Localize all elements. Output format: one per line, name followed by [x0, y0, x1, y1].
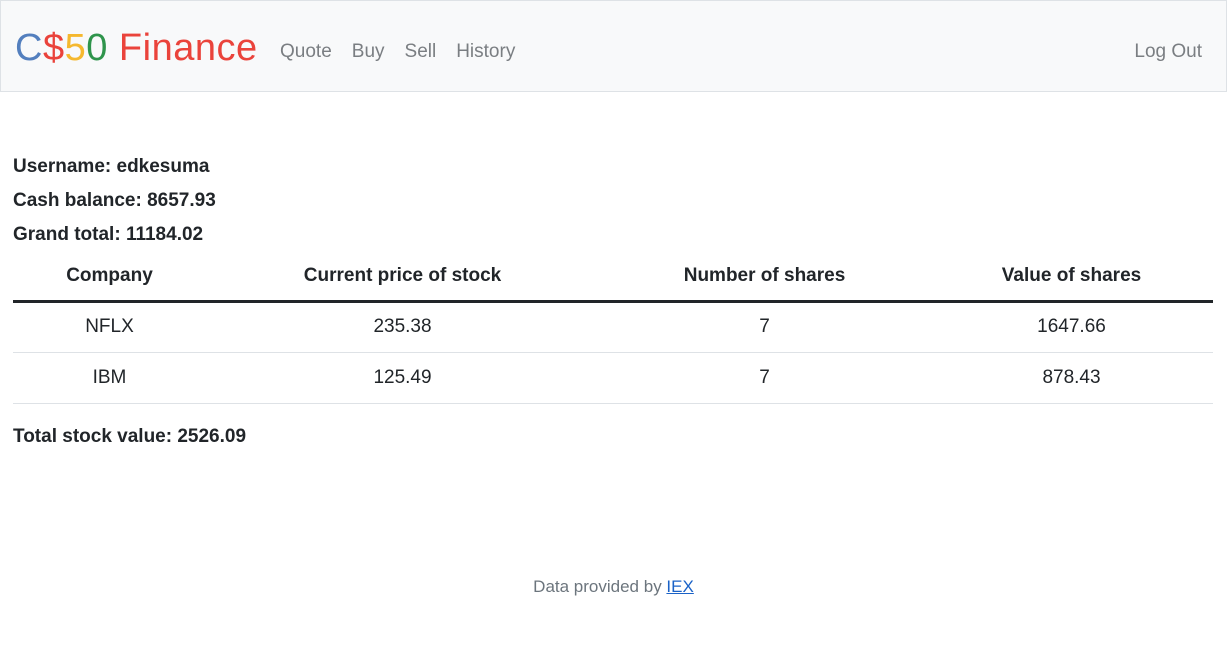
logout-link[interactable]: Log Out [1134, 39, 1202, 65]
cell-price: 125.49 [206, 352, 599, 404]
cell-shares: 7 [599, 352, 930, 404]
header-company: Company [13, 257, 206, 303]
cell-company: IBM [13, 352, 206, 404]
cash-line: Cash balance: 8657.93 [13, 184, 1213, 218]
main-content: Username: edkesuma Cash balance: 8657.93… [13, 150, 1213, 450]
nav-link-sell[interactable]: Sell [405, 39, 437, 65]
cash-label: Cash balance: [13, 190, 148, 211]
cash-value: 8657.93 [147, 190, 216, 211]
header-current-price: Current price of stock [206, 257, 599, 303]
grand-total-label: Grand total: [13, 224, 126, 245]
cell-value: 878.43 [930, 352, 1213, 404]
footer: Data provided by IEX [0, 575, 1227, 599]
brand-logo[interactable]: C$50 Finance [15, 25, 258, 71]
header-number-of-shares: Number of shares [599, 257, 930, 303]
iex-link[interactable]: IEX [666, 577, 693, 596]
nav-link-quote[interactable]: Quote [280, 39, 332, 65]
footer-text: Data provided by [533, 577, 667, 596]
total-stock-value-label: Total stock value: [13, 425, 178, 447]
brand-part-c: C [15, 27, 43, 69]
brand-part-dollar: $ [42, 27, 65, 69]
username-value: edkesuma [116, 156, 210, 177]
nav-link-buy[interactable]: Buy [352, 39, 385, 65]
cell-value: 1647.66 [930, 301, 1213, 353]
username-label: Username: [13, 156, 117, 177]
grand-total-line: Grand total: 11184.02 [13, 218, 1213, 252]
total-stock-value-line: Total stock value: 2526.09 [13, 424, 1213, 450]
total-stock-value: 2526.09 [177, 425, 247, 447]
brand-part-0: 0 [86, 27, 108, 69]
brand-part-finance: Finance [107, 27, 258, 69]
brand-part-5: 5 [64, 27, 87, 69]
table-row: NFLX 235.38 7 1647.66 [13, 301, 1213, 353]
header-value-of-shares: Value of shares [930, 257, 1213, 303]
grand-total-value: 11184.02 [125, 224, 204, 245]
cell-price: 235.38 [206, 301, 599, 353]
table-row: IBM 125.49 7 878.43 [13, 352, 1213, 404]
nav-links: Quote Buy Sell History [280, 39, 535, 65]
navbar: C$50 Finance Quote Buy Sell History Log … [0, 0, 1227, 92]
cell-company: NFLX [13, 301, 206, 353]
username-line: Username: edkesuma [13, 150, 1213, 184]
cell-shares: 7 [599, 301, 930, 353]
holdings-table: Company Current price of stock Number of… [13, 257, 1213, 404]
nav-link-history[interactable]: History [456, 39, 515, 65]
table-header-row: Company Current price of stock Number of… [13, 257, 1213, 303]
